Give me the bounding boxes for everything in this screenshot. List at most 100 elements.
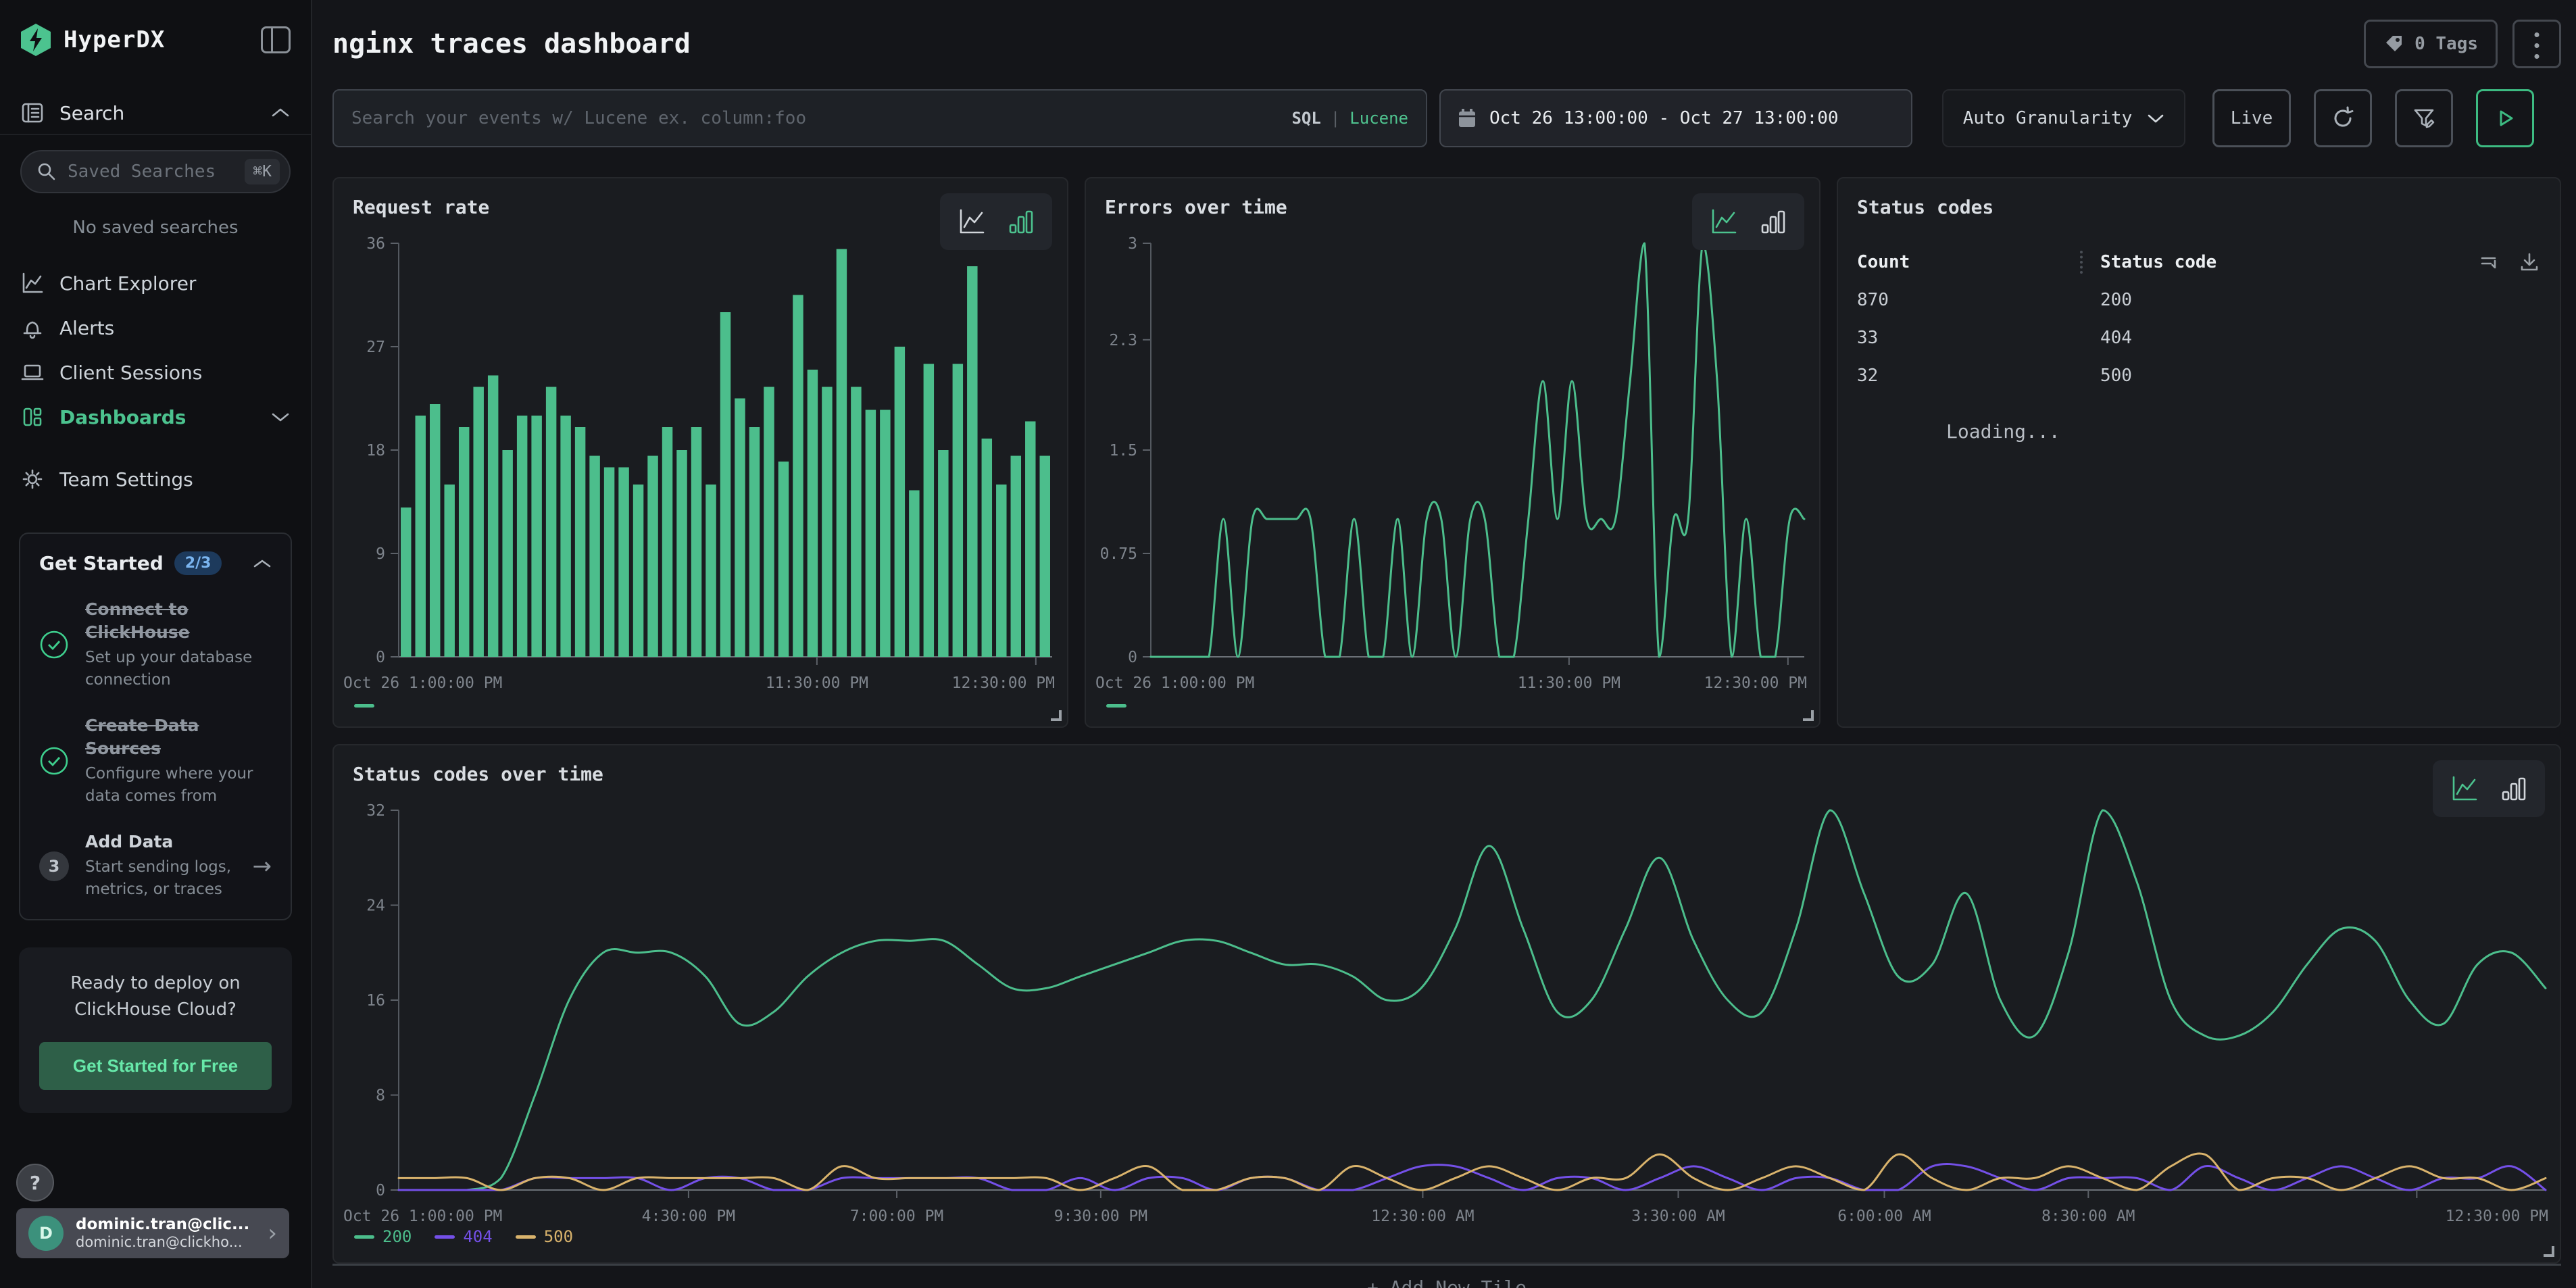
panel-title: Errors over time — [1105, 196, 1287, 218]
svg-text:12:30:00 PM: 12:30:00 PM — [2446, 1208, 2548, 1225]
table-header: Count Status code — [1857, 243, 2541, 281]
table-row[interactable]: 32 500 — [1857, 357, 2541, 395]
status-codes-table: Count Status code — [1857, 243, 2541, 395]
table-row[interactable]: 33 404 — [1857, 319, 2541, 357]
column-status-code[interactable]: Status code — [2100, 252, 2479, 272]
help-button[interactable]: ? — [16, 1164, 54, 1202]
svg-text:7:00:00 PM: 7:00:00 PM — [850, 1208, 943, 1225]
event-search-placeholder: Search your events w/ Lucene ex. column:… — [351, 108, 1291, 128]
sidebar-item-client-sessions[interactable]: Client Sessions — [0, 350, 311, 395]
svg-text:0: 0 — [376, 1182, 385, 1199]
step-connect-clickhouse[interactable]: Connect to ClickHouse Set up your databa… — [39, 598, 272, 691]
step-add-data[interactable]: 3 Add Data Start sending logs, metrics, … — [39, 831, 272, 901]
sidebar: HyperDX Search Saved Searches ⌘K — [0, 0, 312, 1288]
svg-text:11:30:00 PM: 11:30:00 PM — [1518, 674, 1620, 692]
sidebar-item-alerts[interactable]: Alerts — [0, 305, 311, 350]
saved-searches-placeholder: Saved Searches — [68, 162, 245, 182]
lang-divider: | — [1331, 109, 1340, 128]
sidebar-item-dashboards[interactable]: Dashboards — [0, 395, 311, 439]
resize-handle[interactable] — [1051, 710, 1062, 721]
step-create-data-sources[interactable]: Create Data Sources Configure where your… — [39, 714, 272, 808]
sidebar-item-search[interactable]: Search — [0, 92, 311, 134]
get-started-free-button[interactable]: Get Started for Free — [39, 1042, 272, 1090]
granularity-select[interactable]: Auto Granularity — [1942, 89, 2185, 147]
tags-label: 0 Tags — [2414, 34, 2478, 54]
app-root: HyperDX Search Saved Searches ⌘K — [0, 0, 2576, 1288]
sidebar-collapse-icon[interactable] — [261, 26, 291, 53]
sort-columns-icon[interactable] — [2479, 251, 2502, 274]
line-chart-icon[interactable] — [1708, 206, 1739, 237]
date-range-picker[interactable]: Oct 26 13:00:00 - Oct 27 13:00:00 — [1439, 89, 1912, 147]
tags-button[interactable]: 0 Tags — [2364, 20, 2498, 68]
avatar: D — [28, 1216, 64, 1251]
legend-swatch — [354, 1235, 374, 1239]
granularity-value: Auto Granularity — [1963, 108, 2132, 128]
sidebar-item-label: Client Sessions — [59, 362, 291, 384]
svg-text:11:30:00 PM: 11:30:00 PM — [766, 674, 868, 692]
user-menu[interactable]: D dominic.tran@clic... dominic.tran@clic… — [16, 1208, 289, 1258]
line-chart-icon[interactable] — [2449, 773, 2480, 804]
refresh-button[interactable] — [2314, 89, 2372, 147]
saved-searches-input[interactable]: Saved Searches ⌘K — [20, 150, 291, 193]
lucene-toggle[interactable]: Lucene — [1349, 109, 1408, 128]
filters-button[interactable] — [2395, 89, 2453, 147]
column-resize-handle[interactable] — [2080, 251, 2083, 274]
brand-row: HyperDX — [0, 0, 311, 80]
svg-text:8:30:00 AM: 8:30:00 AM — [2041, 1208, 2135, 1225]
run-query-button[interactable] — [2476, 89, 2534, 147]
sql-toggle[interactable]: SQL — [1291, 109, 1320, 128]
svg-text:1.5: 1.5 — [1109, 442, 1137, 460]
svg-text:27: 27 — [366, 339, 385, 356]
column-count[interactable]: Count — [1857, 252, 2080, 272]
panel-title: Status codes over time — [353, 763, 603, 785]
panel-status-codes-over-time[interactable]: Status codes over time 08162432Oct 26 1:… — [332, 744, 2561, 1264]
legend-item-500[interactable]: 500 — [516, 1227, 573, 1246]
svg-text:3: 3 — [1128, 235, 1137, 253]
svg-text:Oct 26 1:00:00 PM: Oct 26 1:00:00 PM — [1095, 674, 1254, 692]
panel-request-rate[interactable]: Request rate 09182736Oct 26 1:00:00 PM11… — [332, 177, 1068, 728]
download-icon[interactable] — [2518, 251, 2541, 274]
chevron-up-icon — [270, 107, 291, 119]
add-new-tile-button[interactable]: + Add New Tile — [332, 1264, 2561, 1288]
chevron-right-icon: › — [268, 1220, 277, 1247]
step-desc: Start sending logs, metrics, or traces — [85, 856, 246, 901]
legend-label: 500 — [544, 1227, 573, 1246]
svg-text:12:30:00 PM: 12:30:00 PM — [1704, 674, 1807, 692]
svg-text:12:30:00 PM: 12:30:00 PM — [952, 674, 1055, 692]
svg-text:32: 32 — [366, 802, 385, 820]
bar-chart-icon[interactable] — [2498, 773, 2529, 804]
event-search-input[interactable]: Search your events w/ Lucene ex. column:… — [332, 89, 1427, 147]
bar-chart-icon[interactable] — [1005, 206, 1036, 237]
resize-handle[interactable] — [2544, 1246, 2554, 1257]
resize-handle[interactable] — [1803, 710, 1814, 721]
panel-menu-button[interactable] — [2512, 20, 2561, 68]
svg-text:16: 16 — [366, 992, 385, 1010]
gear-icon — [20, 467, 45, 491]
panel-status-codes[interactable]: Status codes Count Status code — [1837, 177, 2561, 728]
sidebar-item-label: Team Settings — [59, 468, 291, 491]
dashboards-icon — [20, 405, 45, 429]
legend-item-404[interactable]: 404 — [435, 1227, 492, 1246]
table-row[interactable]: 870 200 — [1857, 281, 2541, 319]
line-chart-icon[interactable] — [956, 206, 987, 237]
page-title: nginx traces dashboard — [332, 28, 2364, 59]
legend-label: 200 — [382, 1227, 412, 1246]
step-number-badge: 3 — [39, 851, 69, 881]
sidebar-item-chart-explorer[interactable]: Chart Explorer — [0, 261, 311, 305]
dashboard-header: nginx traces dashboard 0 Tags — [332, 18, 2561, 70]
legend-item-200[interactable]: 200 — [354, 1227, 412, 1246]
progress-badge: 2/3 — [174, 551, 222, 575]
promo-line2: ClickHouse Cloud? — [39, 997, 272, 1023]
legend-swatch — [354, 704, 374, 708]
svg-text:Oct 26 1:00:00 PM: Oct 26 1:00:00 PM — [343, 1208, 502, 1225]
bell-icon — [20, 316, 45, 340]
shortcut-badge: ⌘K — [245, 159, 280, 184]
bar-chart-icon[interactable] — [1757, 206, 1788, 237]
chevron-up-icon[interactable] — [253, 558, 272, 569]
panel-errors-over-time[interactable]: Errors over time 00.751.52.33Oct 26 1:00… — [1085, 177, 1820, 728]
panel-title: Status codes — [1857, 196, 1993, 218]
sidebar-item-team-settings[interactable]: Team Settings — [0, 457, 311, 501]
live-button[interactable]: Live — [2212, 89, 2291, 147]
date-range-value: Oct 26 13:00:00 - Oct 27 13:00:00 — [1489, 108, 1839, 128]
step-title: Add Data — [85, 831, 246, 853]
